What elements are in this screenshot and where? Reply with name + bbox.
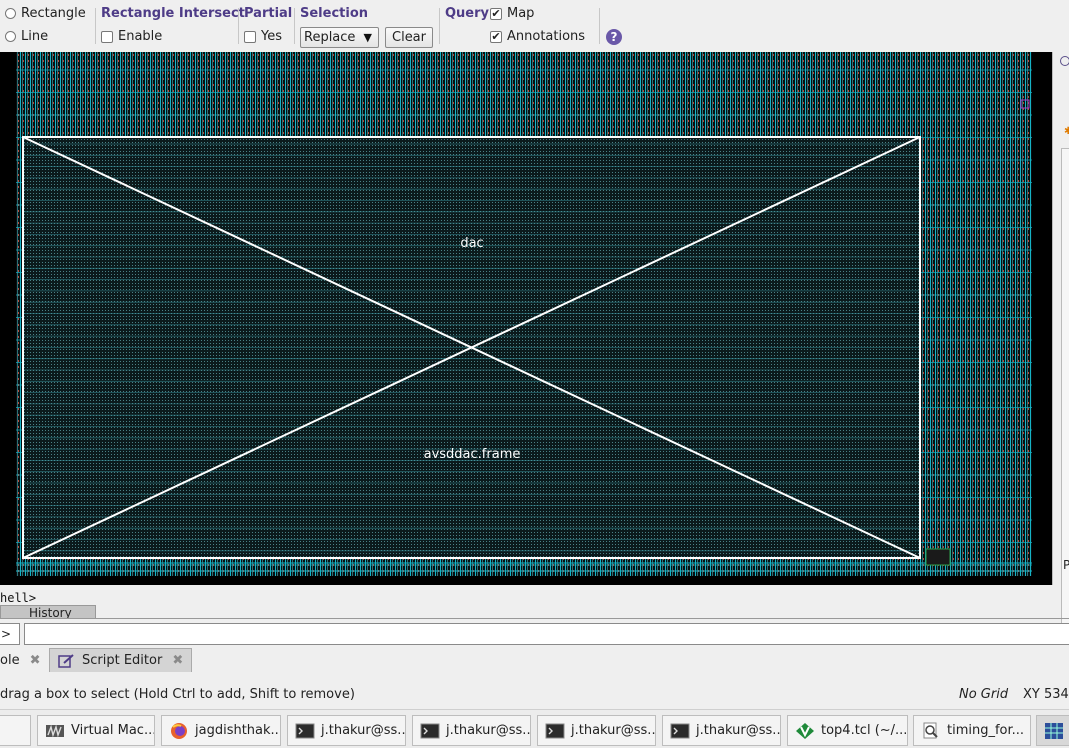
checkbox-icon[interactable] bbox=[101, 30, 113, 43]
status-bar: drag a box to select (Hold Ctrl to add, … bbox=[0, 684, 1069, 706]
checkbox-icon[interactable] bbox=[244, 30, 256, 43]
intersect-enable-label: Enable bbox=[118, 29, 163, 44]
right-side-panel: ✱ P bbox=[1052, 52, 1069, 634]
taskbar-item-label: j.thakur@ss... bbox=[571, 723, 656, 738]
terminal-icon bbox=[670, 723, 690, 738]
search-doc-icon bbox=[923, 722, 938, 738]
intersect-enable-checkbox[interactable]: Enable bbox=[101, 29, 162, 44]
taskbar-item-terminal[interactable]: j.thakur@ss... bbox=[537, 715, 656, 746]
taskbar-item-layout-tool[interactable] bbox=[1036, 715, 1069, 746]
taskbar-item-label: top4.tcl (~/... bbox=[821, 723, 908, 738]
tab-console-label: ole bbox=[0, 652, 20, 668]
radio-icon[interactable] bbox=[5, 31, 16, 42]
taskbar-item-label: j.thakur@ss... bbox=[696, 723, 781, 738]
clear-button[interactable]: Clear bbox=[385, 27, 433, 48]
dropdown-arrow-icon: ▼ bbox=[363, 31, 372, 44]
cursor-coordinates: XY 534 bbox=[1023, 687, 1069, 702]
firefox-icon bbox=[171, 722, 187, 739]
toolbar-separator bbox=[238, 8, 239, 44]
partial-yes-checkbox[interactable]: Yes bbox=[244, 29, 282, 44]
toolbar-separator bbox=[294, 8, 295, 44]
toolbar-separator bbox=[95, 8, 96, 44]
panel-option-icon[interactable] bbox=[1060, 56, 1069, 66]
selection-mode-value: Replace bbox=[304, 30, 356, 45]
taskbar-item-label: j.thakur@ss... bbox=[446, 723, 531, 738]
sun-icon: ✱ bbox=[1064, 126, 1069, 137]
taskbar-item[interactable] bbox=[0, 715, 31, 746]
toolbar-separator bbox=[599, 8, 600, 44]
terminal-icon bbox=[420, 723, 440, 738]
divider bbox=[0, 618, 1069, 619]
taskbar-item-label: jagdishthak... bbox=[195, 723, 281, 738]
query-title: Query bbox=[445, 6, 490, 21]
taskbar-item-document-viewer[interactable]: timing_for... bbox=[913, 715, 1031, 746]
intersect-title: Rectangle Intersect bbox=[101, 6, 245, 21]
edit-icon bbox=[58, 653, 74, 668]
selection-title: Selection bbox=[300, 6, 369, 21]
status-message: drag a box to select (Hold Ctrl to add, … bbox=[0, 687, 355, 702]
partial-title: Partial bbox=[244, 6, 293, 21]
mode-rectangle-label: Rectangle bbox=[21, 6, 86, 21]
command-input[interactable] bbox=[24, 623, 1069, 645]
terminal-icon bbox=[295, 723, 315, 738]
taskbar-item-terminal[interactable]: j.thakur@ss... bbox=[287, 715, 406, 746]
mode-line-label: Line bbox=[21, 29, 49, 44]
partial-yes-label: Yes bbox=[261, 29, 282, 44]
taskbar: Virtual Mac... jagdishthak... j.thakur@s… bbox=[0, 709, 1069, 748]
small-cell-marker bbox=[925, 548, 951, 566]
selection-mode-dropdown[interactable]: Replace ▼ bbox=[300, 27, 379, 48]
cell-name-label: dac bbox=[460, 236, 483, 251]
map-checkbox[interactable]: ✔ Map bbox=[490, 6, 534, 21]
taskbar-item-terminal[interactable]: j.thakur@ss... bbox=[662, 715, 781, 746]
taskbar-item-vim[interactable]: top4.tcl (~/... bbox=[787, 715, 908, 746]
frame-name-label: avsddac.frame bbox=[424, 447, 521, 462]
close-icon[interactable]: ✖ bbox=[172, 653, 183, 668]
taskbar-item-label: j.thakur@ss... bbox=[321, 723, 406, 738]
layout-canvas[interactable]: dac avsddac.frame bbox=[0, 52, 1052, 585]
map-label: Map bbox=[507, 6, 535, 21]
grid-status: No Grid bbox=[959, 687, 1009, 702]
checkbox-checked-icon[interactable]: ✔ bbox=[490, 30, 502, 43]
annotations-label: Annotations bbox=[507, 29, 586, 44]
radio-icon[interactable] bbox=[5, 8, 16, 19]
vim-icon bbox=[796, 722, 814, 739]
console-tabbar: ole ✖ Script Editor ✖ bbox=[0, 648, 1069, 674]
virtual-machine-icon bbox=[46, 724, 64, 737]
taskbar-item-virtual-machine[interactable]: Virtual Mac... bbox=[37, 715, 155, 746]
close-icon[interactable]: ✖ bbox=[30, 653, 41, 668]
terminal-icon bbox=[545, 723, 565, 738]
command-prompt: > bbox=[0, 623, 20, 645]
mode-line-option[interactable]: Line bbox=[5, 29, 48, 44]
toolbar-separator bbox=[439, 8, 440, 44]
taskbar-item-label: Virtual Mac... bbox=[71, 723, 155, 738]
taskbar-item-terminal[interactable]: j.thakur@ss... bbox=[412, 715, 531, 746]
layout-drawing[interactable]: dac avsddac.frame bbox=[0, 52, 1052, 585]
history-tab[interactable]: History bbox=[0, 605, 96, 619]
taskbar-item-firefox[interactable]: jagdishthak... bbox=[161, 715, 281, 746]
tab-script-editor[interactable]: Script Editor ✖ bbox=[49, 648, 192, 672]
toolbar: Rectangle Line Rectangle Intersect Enabl… bbox=[0, 0, 1069, 52]
layout-app-icon bbox=[1045, 722, 1063, 739]
tab-script-editor-label: Script Editor bbox=[82, 653, 163, 668]
side-panel-letter: P bbox=[1063, 558, 1069, 572]
annotations-checkbox[interactable]: ✔ Annotations bbox=[490, 29, 585, 44]
mode-rectangle-option[interactable]: Rectangle bbox=[5, 6, 86, 21]
taskbar-item-label: timing_for... bbox=[947, 723, 1025, 738]
shell-output: hell> bbox=[0, 591, 37, 605]
tab-console[interactable]: ole ✖ bbox=[0, 648, 45, 672]
checkbox-checked-icon[interactable]: ✔ bbox=[490, 7, 502, 20]
help-icon[interactable]: ? bbox=[606, 29, 622, 45]
